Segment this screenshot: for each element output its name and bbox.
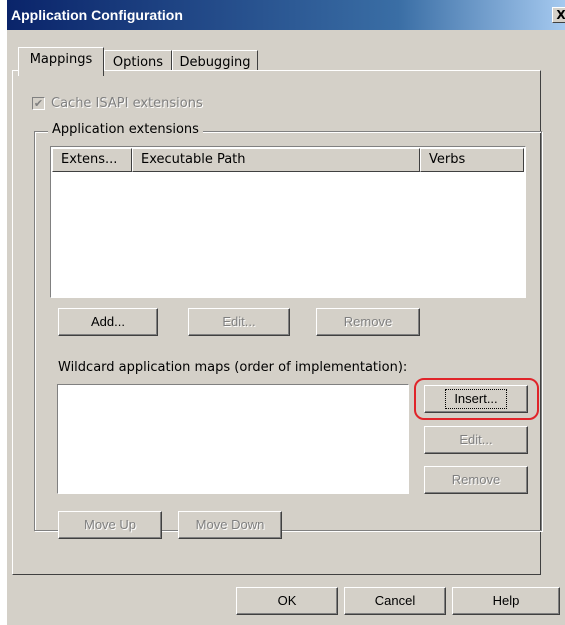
close-button[interactable]: X xyxy=(552,7,565,23)
ok-button[interactable]: OK xyxy=(236,587,338,615)
listview-header: Extens... Executable Path Verbs xyxy=(52,148,524,172)
help-button[interactable]: Help xyxy=(452,587,560,615)
remove-wildcard-button[interactable]: Remove xyxy=(424,466,528,494)
tab-mappings[interactable]: Mappings xyxy=(18,47,104,76)
title-bar[interactable]: Application Configuration X xyxy=(7,0,565,30)
insert-highlight-ring xyxy=(414,378,539,420)
move-up-button[interactable]: Move Up xyxy=(58,511,162,539)
edit-wildcard-button[interactable]: Edit... xyxy=(424,426,528,454)
wildcard-maps-label: Wildcard application maps (order of impl… xyxy=(58,360,408,375)
column-header-extension[interactable]: Extens... xyxy=(52,148,132,172)
cache-isapi-label: Cache ISAPI extensions xyxy=(51,96,203,111)
add-extension-button[interactable]: Add... xyxy=(58,308,158,336)
cache-isapi-checkbox-row[interactable]: ✔ Cache ISAPI extensions xyxy=(32,96,203,111)
wildcard-maps-list[interactable] xyxy=(57,384,409,494)
extensions-listview[interactable]: Extens... Executable Path Verbs xyxy=(50,146,526,298)
cache-isapi-checkbox[interactable]: ✔ xyxy=(32,97,45,110)
cancel-button[interactable]: Cancel xyxy=(344,587,446,615)
edit-extension-button[interactable]: Edit... xyxy=(188,308,290,336)
remove-extension-button[interactable]: Remove xyxy=(316,308,420,336)
window-title: Application Configuration xyxy=(11,7,183,23)
application-extensions-label: Application extensions xyxy=(48,122,203,137)
column-header-verbs[interactable]: Verbs xyxy=(420,148,524,172)
move-down-button[interactable]: Move Down xyxy=(178,511,282,539)
column-header-executable-path[interactable]: Executable Path xyxy=(132,148,420,172)
